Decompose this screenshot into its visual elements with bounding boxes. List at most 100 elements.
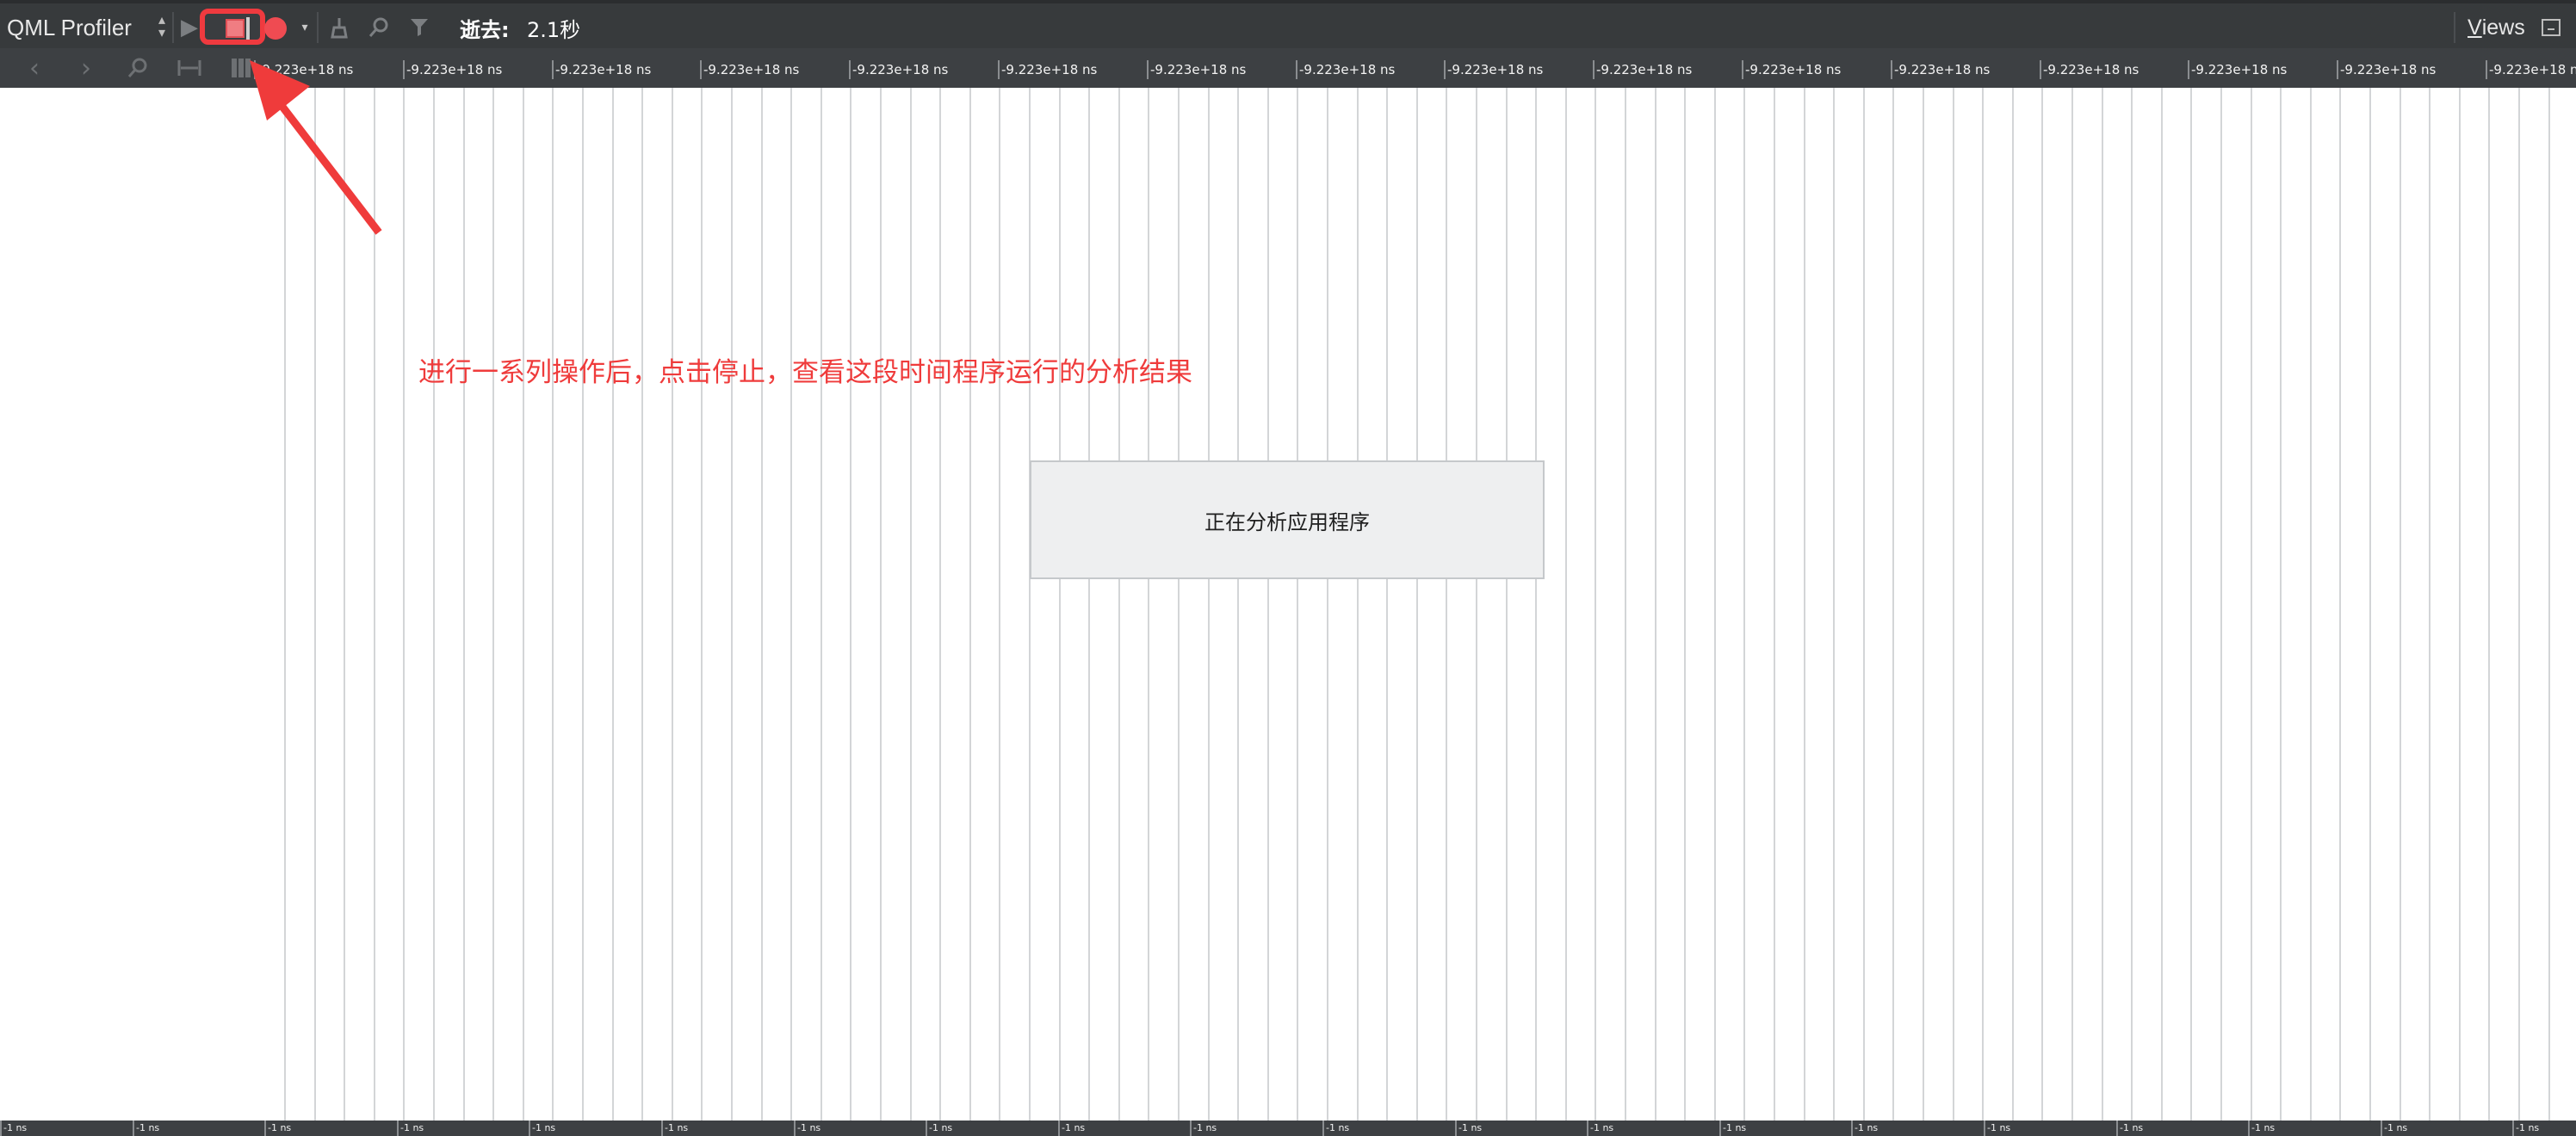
timeline-grid-line <box>2220 88 2222 1121</box>
ruler-tick-label: -1 ns <box>926 1121 952 1136</box>
ruler-tick-label: -1 ns <box>1851 1121 1878 1136</box>
timeline-grid-line <box>2041 88 2043 1121</box>
timeline-grid-line <box>1833 88 1835 1121</box>
status-text: 正在分析应用程序 <box>1204 509 1370 534</box>
elapsed-value: 2.1秒 <box>527 17 581 42</box>
search-icon[interactable] <box>363 12 394 43</box>
timeline-grid-line <box>1684 88 1686 1121</box>
timeline-grid-line <box>1088 88 1090 1121</box>
ruler-tick-label: -1 ns <box>0 1121 27 1136</box>
timeline-grid-line <box>1506 88 1508 1121</box>
timeline-grid-line <box>2488 88 2490 1121</box>
ruler-tick-label: -1 ns <box>529 1121 555 1136</box>
profiler-mode-select[interactable]: QML Profiler ▴ ▾ <box>0 7 170 48</box>
views-label: iews <box>2481 15 2525 40</box>
ruler-tick-label: -1 ns <box>661 1121 688 1136</box>
ruler-tick-label: -9.223e+18 ns <box>1891 60 1990 79</box>
timeline-grid-line <box>1237 88 1239 1121</box>
timeline-grid-line <box>1923 88 1924 1121</box>
elapsed-label: 逝去: <box>460 17 510 42</box>
timeline-grid-line <box>374 88 375 1121</box>
ruler-tick-label: -1 ns <box>2512 1121 2539 1136</box>
ruler-tick-label: -9.223e+18 ns <box>1296 60 1395 79</box>
broom-icon[interactable] <box>324 12 355 43</box>
toolbar-separator <box>172 12 174 43</box>
timeline-grid-line <box>672 88 673 1121</box>
timeline-grid-line <box>2131 88 2133 1121</box>
ruler-tick-label: -1 ns <box>397 1121 424 1136</box>
ruler-tick-label: -1 ns <box>2381 1121 2407 1136</box>
ruler-tick-label: -9.223e+18 ns <box>849 60 948 79</box>
annotation-text: 进行一系列操作后，点击停止，查看这段时间程序运行的分析结果 <box>418 357 1192 388</box>
timeline-grid-line <box>1565 88 1567 1121</box>
timeline-grid-line <box>2339 88 2341 1121</box>
timeline-grid-line <box>820 88 822 1121</box>
filter-icon[interactable] <box>405 12 436 43</box>
ruler-tick-label: -9.223e+18 ns <box>2486 60 2576 79</box>
ruler-tick-label: -9.223e+18 ns <box>700 60 799 79</box>
ruler-tick-label: -1 ns <box>264 1121 291 1136</box>
timeline-grid-line <box>1625 88 1626 1121</box>
timeline-grid-line <box>2071 88 2073 1121</box>
ruler-tick-label: -9.223e+18 ns <box>1147 60 1246 79</box>
timeline-grid-line <box>999 88 1000 1121</box>
timeline-grid-line <box>1595 88 1596 1121</box>
play-icon[interactable]: ▶ <box>179 12 200 43</box>
ruler-tick-label: -9.223e+18 ns <box>1444 60 1543 79</box>
timeline-grid-line <box>1267 88 1269 1121</box>
timeline-grid-line <box>314 88 316 1121</box>
timeline-grid-line <box>2459 88 2461 1121</box>
timeline-grid-line <box>1714 88 1716 1121</box>
timeline-grid-line <box>1804 88 1805 1121</box>
ruler-tick-label: -1 ns <box>133 1121 159 1136</box>
views-button[interactable]: Views <box>2468 7 2525 48</box>
timeline-grid-line <box>344 88 345 1121</box>
views-mnemonic: V <box>2468 15 2482 40</box>
timeline-grid-line <box>1357 88 1359 1121</box>
timeline-grid-line <box>761 88 763 1121</box>
timeline-grid-line <box>2400 88 2401 1121</box>
timeline-grid-line <box>2102 88 2103 1121</box>
stop-divider <box>246 17 250 40</box>
ruler-tick-label: -9.223e+18 ns <box>1742 60 1841 79</box>
timeline-grid-line <box>1863 88 1865 1121</box>
timeline-grid-line <box>612 88 614 1121</box>
stop-icon <box>226 19 245 38</box>
timeline-grid-line <box>939 88 941 1121</box>
timeline-grid-line <box>1059 88 1061 1121</box>
ruler-tick-label: -1 ns <box>2248 1121 2275 1136</box>
timeline-grid-line <box>403 88 405 1121</box>
timeline-grid-line <box>2429 88 2430 1121</box>
record-icon[interactable] <box>264 17 287 40</box>
timeline-canvas[interactable]: 进行一系列操作后，点击停止，查看这段时间程序运行的分析结果 正在分析应用程序 <box>0 88 2576 1121</box>
timeline-grid-line <box>463 88 465 1121</box>
stop-button[interactable] <box>200 9 265 45</box>
timeline-grid-line <box>433 88 435 1121</box>
timeline-grid-line <box>1178 88 1180 1121</box>
timeline-grid-line <box>1892 88 1894 1121</box>
timeline-grid-line <box>1208 88 1210 1121</box>
timeline-grid-line <box>2251 88 2252 1121</box>
timeline-grid-line <box>880 88 882 1121</box>
timeline-grid-line <box>1029 88 1031 1121</box>
timeline-grid-line <box>492 88 494 1121</box>
ruler-tick-label: -1 ns <box>1719 1121 1746 1136</box>
timeline-grid-line <box>1535 88 1537 1121</box>
views-collapse-icon[interactable] <box>2542 19 2561 36</box>
timeline-grid-line <box>701 88 703 1121</box>
timeline-grid-line <box>1774 88 1775 1121</box>
timeline-grid-line <box>850 88 851 1121</box>
timeline-grid-line <box>2012 88 2014 1121</box>
ruler-tick-label: -1 ns <box>794 1121 820 1136</box>
timeline-grid-line <box>552 88 554 1121</box>
timeline-grid-line <box>2548 88 2550 1121</box>
dropdown-arrow-icon[interactable]: ▾ <box>296 12 313 43</box>
ruler-tick-label: -1 ns <box>1984 1121 2010 1136</box>
timeline-grid-line <box>1297 88 1298 1121</box>
timeline-grid-line <box>1327 88 1328 1121</box>
timeline-grid-line <box>1743 88 1745 1121</box>
ruler-tick-label: -1 ns <box>1455 1121 1482 1136</box>
timeline-grid-line <box>731 88 733 1121</box>
timeline-grid-line <box>284 88 286 1121</box>
timeline-grid-line <box>969 88 971 1121</box>
